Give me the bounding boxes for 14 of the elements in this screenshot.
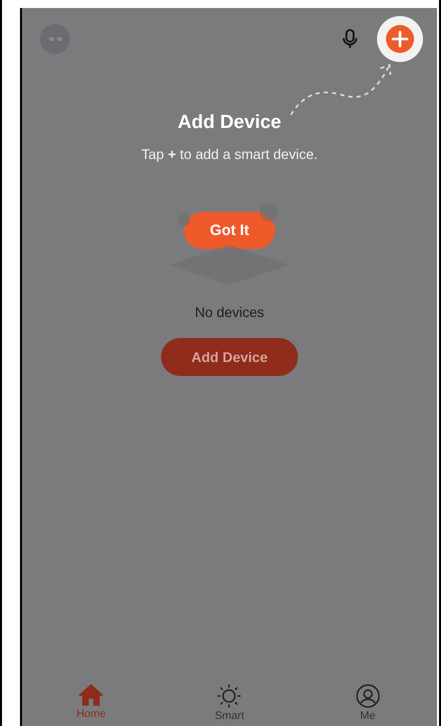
- tab-item[interactable]: Me: [328, 684, 408, 722]
- plus-icon: [386, 25, 414, 53]
- microphone-icon[interactable]: [341, 28, 359, 50]
- tab-item[interactable]: Home: [51, 684, 132, 722]
- user-icon: [356, 684, 380, 708]
- home-icon: [79, 684, 104, 706]
- tab-item[interactable]: Smart: [189, 684, 270, 722]
- add-button[interactable]: [377, 16, 423, 62]
- got-it-button[interactable]: Got It: [184, 212, 276, 248]
- coach-hint: Tap + to add a smart device.: [141, 146, 318, 162]
- add-device-button[interactable]: Add Device: [161, 338, 298, 376]
- sun-icon: [217, 684, 242, 708]
- no-devices-message: No devices: [194, 304, 264, 320]
- coach-title: Add Device: [178, 112, 282, 134]
